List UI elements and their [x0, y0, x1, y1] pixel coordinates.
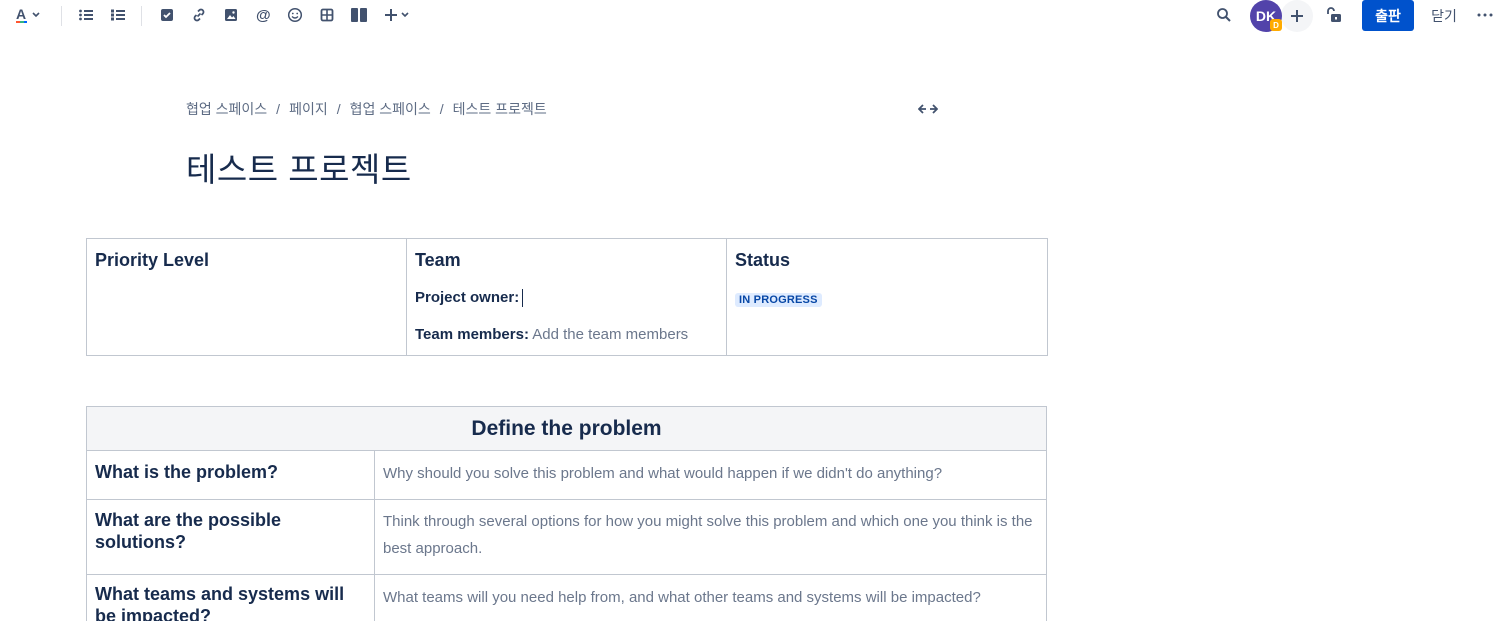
priority-header: Priority Level — [95, 250, 210, 270]
numbered-list-icon — [111, 9, 125, 21]
insert-button[interactable] — [383, 4, 413, 26]
add-collaborator-button[interactable] — [1281, 0, 1313, 32]
image-icon — [225, 9, 237, 21]
team-members-placeholder[interactable]: Add the team members — [532, 326, 688, 343]
bullet-list-icon — [79, 9, 93, 21]
table-row: What are the possible solutions? Think t… — [86, 499, 1048, 575]
page-width-toggle[interactable] — [916, 100, 940, 118]
project-owner-label: Project owner: — [415, 289, 520, 306]
breadcrumb-item-pages[interactable]: 페이지 — [289, 99, 328, 119]
layout-button[interactable] — [349, 4, 369, 26]
plus-icon — [1291, 10, 1303, 22]
text-cursor — [522, 289, 524, 308]
text-color-button[interactable]: A — [12, 4, 44, 26]
breadcrumb-item-parent[interactable]: 협업 스페이스 — [350, 99, 431, 119]
team-members-line: Team members: Add the team members — [415, 325, 718, 345]
layout-icon — [351, 8, 367, 22]
task-button[interactable] — [158, 4, 176, 26]
restrictions-button[interactable] — [1324, 4, 1344, 26]
breadcrumb-item-space[interactable]: 협업 스페이스 — [186, 99, 267, 119]
breadcrumb: 협업 스페이스 / 페이지 / 협업 스페이스 / 테스트 프로젝트 — [186, 99, 547, 119]
task-icon — [161, 9, 173, 21]
emoji-button[interactable] — [286, 4, 304, 26]
search-button[interactable] — [1214, 4, 1234, 26]
table-row: What is the problem? Why should you solv… — [86, 450, 1048, 500]
table-button[interactable] — [318, 4, 336, 26]
team-cell[interactable]: Team Project owner: Team members: Add th… — [406, 238, 727, 356]
more-button[interactable] — [1475, 4, 1495, 26]
bullet-list-button[interactable] — [77, 4, 95, 26]
link-button[interactable] — [190, 4, 208, 26]
mention-button[interactable]: @ — [254, 4, 272, 26]
answer-cell[interactable]: Why should you solve this problem and wh… — [373, 450, 1048, 500]
table-icon — [320, 8, 334, 22]
page-title[interactable]: 테스트 프로젝트 — [186, 143, 412, 191]
link-icon — [193, 8, 205, 22]
status-cell[interactable]: Status IN PROGRESS — [726, 238, 1048, 356]
team-members-label: Team members: — [415, 326, 529, 343]
priority-cell[interactable]: Priority Level — [86, 238, 407, 356]
question-cell[interactable]: What are the possible solutions? — [86, 499, 375, 575]
problem-table-header[interactable]: Define the problem — [85, 406, 1048, 451]
unlock-icon — [1327, 7, 1341, 22]
summary-table: Priority Level Team Project owner: Team … — [86, 238, 1048, 356]
editor-toolbar: A @ DK D 출판 닫기 — [0, 0, 1501, 32]
search-icon — [1217, 8, 1231, 22]
insert-icon — [385, 9, 409, 21]
expand-width-icon — [918, 104, 938, 114]
answer-cell[interactable]: Think through several options for how yo… — [373, 499, 1048, 575]
more-icon — [1477, 13, 1493, 17]
publish-button[interactable]: 출판 — [1362, 0, 1414, 31]
breadcrumb-separator: / — [439, 101, 444, 117]
status-header: Status — [735, 250, 791, 270]
answer-cell[interactable]: What teams will you need help from, and … — [373, 574, 1048, 621]
svg-text:@: @ — [256, 7, 271, 23]
breadcrumb-separator: / — [336, 101, 341, 117]
mention-icon: @ — [256, 7, 271, 23]
question-cell[interactable]: What is the problem? — [86, 450, 375, 500]
team-header: Team — [415, 250, 461, 270]
table-row: What teams and systems will be impacted?… — [86, 574, 1048, 621]
svg-text:A: A — [16, 6, 26, 22]
image-button[interactable] — [222, 4, 240, 26]
breadcrumb-separator: / — [276, 101, 281, 117]
close-button[interactable]: 닫기 — [1420, 0, 1468, 31]
status-lozenge[interactable]: IN PROGRESS — [735, 293, 822, 307]
emoji-icon — [287, 7, 303, 23]
problem-table: Define the problem What is the problem? … — [85, 406, 1048, 621]
project-owner-line: Project owner: — [415, 288, 718, 308]
numbered-list-button[interactable] — [109, 4, 127, 26]
question-cell[interactable]: What teams and systems will be impacted? — [86, 574, 375, 621]
avatar-badge: D — [1270, 19, 1282, 31]
text-color-icon: A — [16, 6, 40, 23]
breadcrumb-item-current[interactable]: 테스트 프로젝트 — [453, 99, 547, 119]
